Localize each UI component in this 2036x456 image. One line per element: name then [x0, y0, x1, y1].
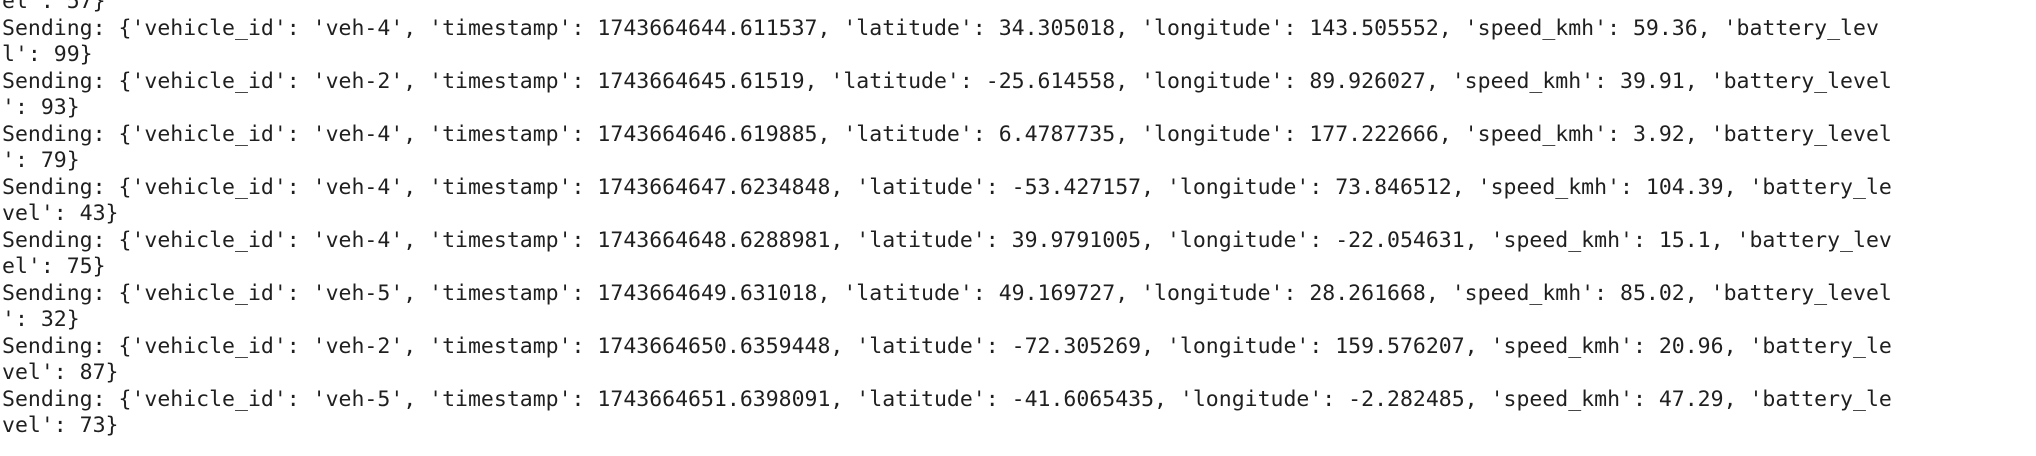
- terminal-line: Sending: {'vehicle_id': 'veh-4', 'timest…: [2, 227, 1892, 253]
- terminal-line: Sending: {'vehicle_id': 'veh-2', 'timest…: [2, 333, 1892, 359]
- terminal-line: Sending: {'vehicle_id': 'veh-4', 'timest…: [2, 15, 1879, 41]
- terminal-line: ': 79}: [2, 148, 80, 173]
- terminal-line: ': 93}: [2, 95, 80, 120]
- terminal-line: Sending: {'vehicle_id': 'veh-5', 'timest…: [2, 280, 1892, 306]
- terminal-line: vel': 43}: [2, 201, 119, 226]
- terminal-line: el': 75}: [2, 254, 106, 279]
- terminal-line: l': 99}: [2, 42, 93, 67]
- terminal-line: Sending: {'vehicle_id': 'veh-2', 'timest…: [2, 68, 1892, 94]
- terminal-line: Sending: {'vehicle_id': 'veh-4', 'timest…: [2, 121, 1892, 147]
- terminal-line: Sending: {'vehicle_id': 'veh-4', 'timest…: [2, 174, 1892, 200]
- terminal-line: vel': 73}: [2, 413, 119, 438]
- terminal-line: Sending: {'vehicle_id': 'veh-5', 'timest…: [2, 386, 1892, 412]
- terminal-line: vel': 87}: [2, 360, 119, 385]
- terminal-line: ': 32}: [2, 307, 80, 332]
- terminal-output[interactable]: el': 57} Sending: {'vehicle_id': 'veh-4'…: [0, 0, 2036, 456]
- terminal-line: el': 57}: [2, 0, 106, 14]
